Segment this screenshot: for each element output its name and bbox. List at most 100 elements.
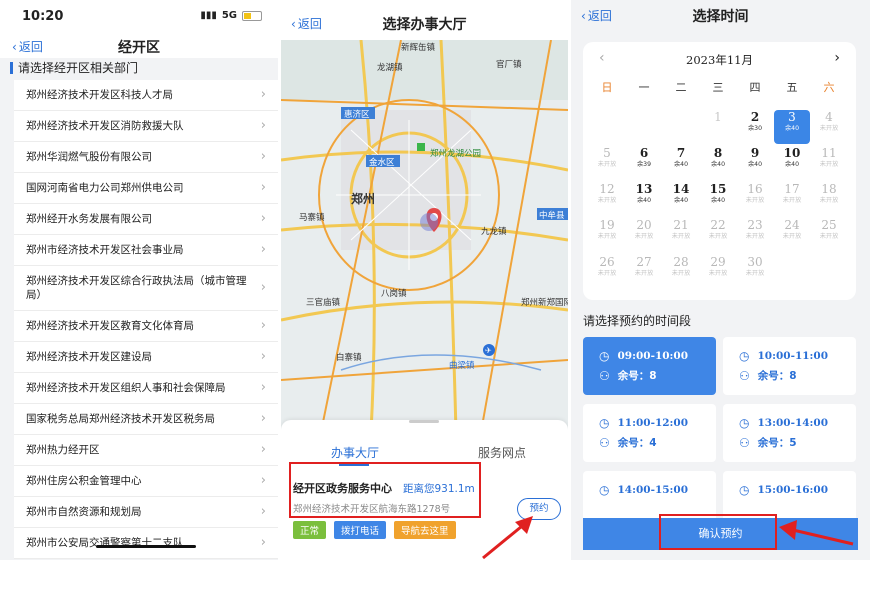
day-number: 18 <box>821 182 837 196</box>
list-item[interactable]: 郑州经济技术开发区建设局 › <box>14 342 278 373</box>
calendar-day[interactable]: 13 余40 <box>626 182 662 216</box>
remaining-prefix: 余号： <box>757 437 790 449</box>
nav-bar: ‹ 返回 经开区 <box>0 34 278 58</box>
day-number: 9 <box>750 146 760 160</box>
list-item[interactable]: 郑州市经济技术开发区社会事业局 › <box>14 235 278 266</box>
slot-time-row: ◷ 15:00-16:00 <box>739 483 828 497</box>
calendar-day[interactable]: 30 未开放 <box>737 255 773 289</box>
list-item[interactable]: 郑州经济技术开发区综合行政执法局（城市管理局） › <box>14 266 278 311</box>
day-number: 26 <box>599 255 615 269</box>
calendar-day[interactable]: 20 未开放 <box>626 218 662 252</box>
map-label: 中牟县 <box>539 210 565 221</box>
slot-time-row: ◷ 09:00-10:00 <box>599 349 688 363</box>
list-item[interactable]: 郑州市自然资源和规划局 › <box>14 497 278 528</box>
signal-icon: ▮▮▮ <box>200 10 217 21</box>
weekday-label: 六 <box>823 81 835 94</box>
calendar-day[interactable]: 28 未开放 <box>663 255 699 289</box>
calendar-day[interactable]: 26 未开放 <box>589 255 625 289</box>
time-slot[interactable]: ◷ 13:00-14:00 ⚇ 余号：5 <box>723 404 856 462</box>
calendar-day[interactable]: 12 未开放 <box>589 182 625 216</box>
call-button[interactable]: 拨打电话 <box>334 521 387 539</box>
day-number: 14 <box>672 182 690 196</box>
calendar-day[interactable]: 15 余40 <box>700 182 736 216</box>
calendar-day[interactable]: 23 未开放 <box>737 218 773 252</box>
highlight-box <box>289 462 481 518</box>
list-item[interactable]: 国网河南省电力公司郑州供电公司 › <box>14 173 278 204</box>
sheet-drag-handle[interactable] <box>409 420 439 423</box>
list-item[interactable]: 郑州市公安局交通警察第十二支队 › <box>14 528 278 559</box>
calendar-day[interactable]: 9 余40 <box>737 146 773 180</box>
list-item[interactable]: 郑州经济技术开发区组织人事和社会保障局 › <box>14 373 278 404</box>
remaining-prefix: 余号： <box>617 370 650 382</box>
list-item[interactable]: 郑州经济技术开发区教育文化体育局 › <box>14 311 278 342</box>
remaining-count: 8 <box>789 370 797 382</box>
day-quota: 未开放 <box>819 232 839 240</box>
calendar-day[interactable]: 7 余40 <box>663 146 699 180</box>
day-number: 27 <box>636 255 652 269</box>
chevron-right-icon: › <box>260 318 266 333</box>
map-canvas[interactable]: 新辉缶镇 官厂镇 龙湖镇 惠济区 金水区 郑州龙湖公园 郑州 中牟县 九龙镇 八… <box>281 40 568 432</box>
calendar-day[interactable]: 14 余40 <box>663 182 699 216</box>
calendar-day[interactable]: 29 未开放 <box>700 255 736 289</box>
calendar-day[interactable]: 24 未开放 <box>774 218 810 252</box>
slot-time: 15:00-16:00 <box>757 484 829 496</box>
remaining-count: 5 <box>789 437 797 449</box>
calendar-day[interactable]: 17 未开放 <box>774 182 810 216</box>
day-quota: 未开放 <box>597 269 617 277</box>
chevron-right-icon: › <box>260 442 266 457</box>
list-item-label: 郑州经济技术开发区消防救援大队 <box>26 120 184 132</box>
map-label: 郑州龙湖公园 <box>430 148 481 159</box>
calendar-day[interactable]: 11 未开放 <box>811 146 847 180</box>
slot-remaining-row: ⚇ 余号：8 <box>599 368 657 383</box>
status-bar: 10:20 ▮▮▮ 5G <box>0 0 278 34</box>
calendar-day[interactable]: 27 未开放 <box>626 255 662 289</box>
calendar-day[interactable]: 1 <box>700 110 736 144</box>
map-label: 官厂镇 <box>496 59 522 70</box>
calendar-day[interactable]: 19 未开放 <box>589 218 625 252</box>
person-icon: ⚇ <box>739 435 750 450</box>
calendar-day[interactable]: 8 余40 <box>700 146 736 180</box>
map-view[interactable]: 新辉缶镇 官厂镇 龙湖镇 惠济区 金水区 郑州龙湖公园 郑州 中牟县 九龙镇 八… <box>281 40 568 432</box>
department-list-screen: 10:20 ▮▮▮ 5G ‹ 返回 经开区 请选择经开区相关部门 郑州经济技术开… <box>0 0 278 560</box>
calendar-day[interactable]: 5 未开放 <box>589 146 625 180</box>
list-item[interactable]: 郑州经开水务发展有限公司 › <box>14 204 278 235</box>
chevron-right-icon: › <box>260 149 266 164</box>
time-slot[interactable]: ◷ 09:00-10:00 ⚇ 余号：8 <box>583 337 716 395</box>
list-item[interactable]: 郑州华润燃气股份有限公司 › <box>14 142 278 173</box>
map-label: 龙湖镇 <box>377 62 403 73</box>
tab-service-hall[interactable]: 办事大厅 <box>331 444 379 461</box>
calendar-day[interactable]: 21 未开放 <box>663 218 699 252</box>
confirm-booking-button[interactable]: 确认预约 <box>583 518 858 550</box>
list-item[interactable]: 郑州住房公积金管理中心 › <box>14 466 278 497</box>
calendar-day[interactable]: 25 未开放 <box>811 218 847 252</box>
chevron-right-icon: › <box>260 411 266 426</box>
weekday-label: 日 <box>601 81 613 94</box>
calendar-day[interactable]: 3 余40 <box>774 110 810 144</box>
list-item[interactable]: 郑州经济技术开发区科技人才局 › <box>14 80 278 111</box>
time-slot[interactable]: ◷ 10:00-11:00 ⚇ 余号：8 <box>723 337 856 395</box>
book-button[interactable]: 预约 <box>517 498 561 520</box>
calendar-day[interactable]: 2 余30 <box>737 110 773 144</box>
calendar-day[interactable]: 22 未开放 <box>700 218 736 252</box>
calendar-day[interactable]: 16 未开放 <box>737 182 773 216</box>
calendar-day[interactable]: 18 未开放 <box>811 182 847 216</box>
day-quota: 余39 <box>636 160 652 168</box>
calendar-day[interactable]: 10 余40 <box>774 146 810 180</box>
list-item[interactable]: 郑州经济技术开发区消防救援大队 › <box>14 111 278 142</box>
time-slot[interactable]: ◷ 11:00-12:00 ⚇ 余号：4 <box>583 404 716 462</box>
day-number: 10 <box>783 146 801 160</box>
day-quota: 未开放 <box>745 269 765 277</box>
list-item[interactable]: 国家税务总局郑州经济技术开发区税务局 › <box>14 404 278 435</box>
calendar-day[interactable]: 4 未开放 <box>811 110 847 144</box>
calendar-day[interactable]: 6 余39 <box>626 146 662 180</box>
remaining-text: 余号：8 <box>618 368 657 383</box>
day-number: 2 <box>750 110 760 124</box>
chevron-right-icon: › <box>260 118 266 133</box>
navigate-button[interactable]: 导航去这里 <box>394 521 456 539</box>
day-number: 29 <box>710 255 726 269</box>
next-month-icon[interactable]: › <box>834 50 840 66</box>
tab-service-outlet[interactable]: 服务网点 <box>478 444 526 461</box>
list-item[interactable]: 郑州热力经开区 › <box>14 435 278 466</box>
nav-bar: ‹ 返回 选择时间 <box>571 0 870 32</box>
weekday-label: 一 <box>638 81 650 94</box>
